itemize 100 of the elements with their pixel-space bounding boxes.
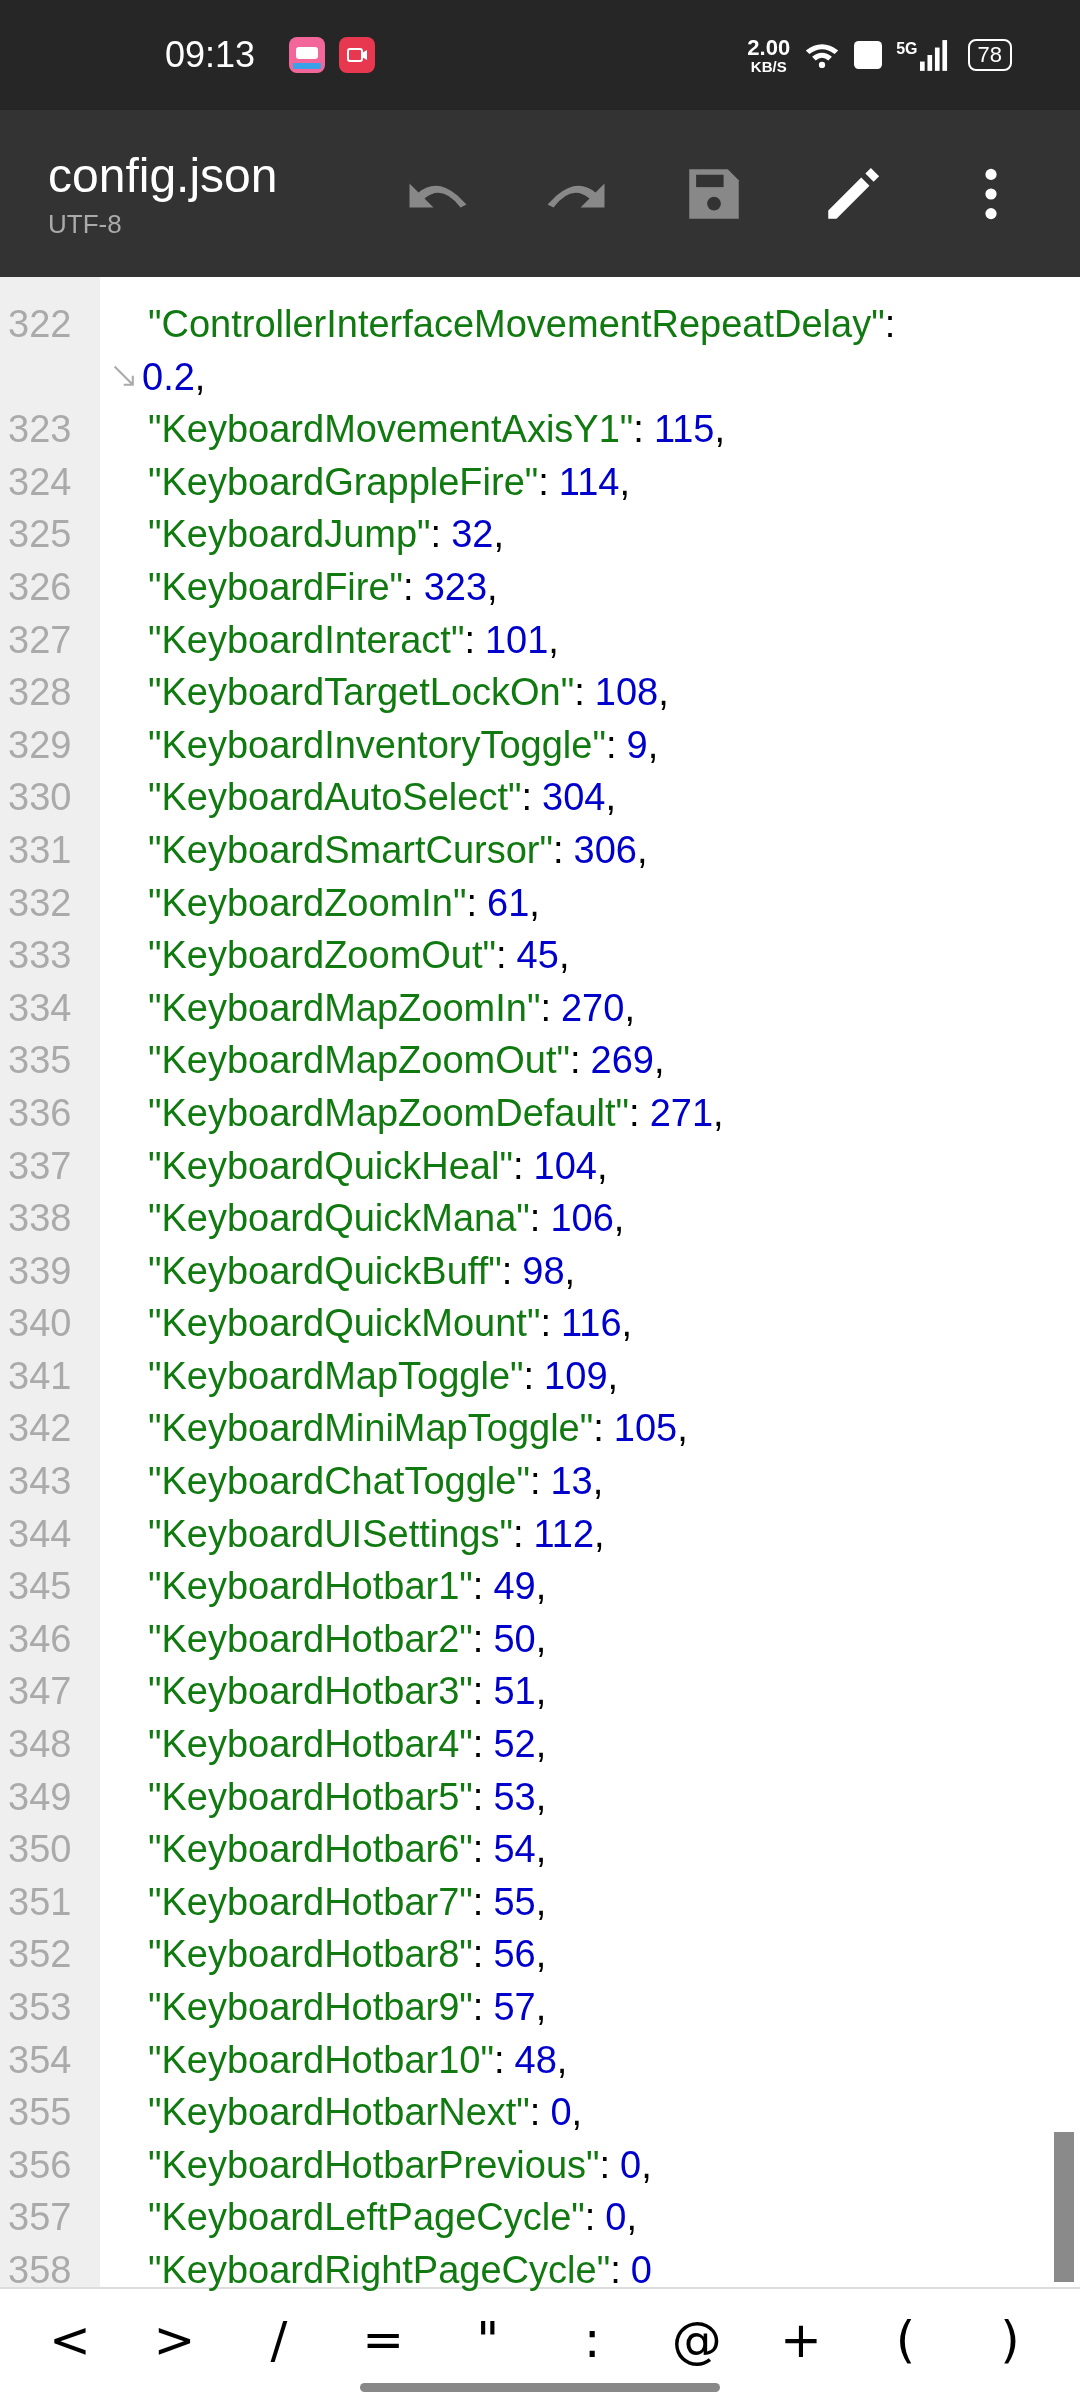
line-number: 325: [7, 512, 73, 558]
json-key: "KeyboardHotbar6": [148, 1823, 473, 1876]
colon: :: [472, 1669, 485, 1715]
comma: ,: [594, 1511, 605, 1557]
json-key: "KeyboardHotbar7": [148, 1875, 473, 1929]
comma: ,: [535, 1722, 547, 1768]
json-value: 52: [493, 1722, 536, 1768]
colon: :: [472, 1774, 485, 1820]
json-value: 115: [653, 407, 715, 453]
colon: :: [472, 1564, 485, 1610]
json-value: 55: [493, 1879, 536, 1925]
comma: ,: [624, 985, 635, 1031]
line-number: 331: [7, 827, 73, 873]
json-value: 109: [544, 1353, 608, 1399]
network-speed: 2.00 KB/S: [747, 36, 791, 74]
json-value: 0.2: [142, 354, 195, 400]
json-value: 116: [560, 1301, 622, 1347]
colon: :: [540, 1301, 552, 1347]
symbol-key[interactable]: +: [751, 2307, 852, 2373]
json-value: 106: [550, 1196, 614, 1242]
json-key: "KeyboardFire": [148, 560, 404, 614]
wifi-icon: [804, 41, 841, 69]
line-number: 330: [7, 775, 73, 821]
json-key: "KeyboardChatToggle": [148, 1455, 530, 1508]
json-value: 51: [493, 1669, 536, 1715]
symbol-key[interactable]: =: [333, 2307, 434, 2373]
json-key: "ControllerInterfaceMovementRepeatDelay": [148, 298, 885, 351]
json-value: 101: [484, 617, 549, 663]
symbol-key[interactable]: ): [959, 2307, 1060, 2373]
symbol-key[interactable]: <: [20, 2307, 120, 2373]
comma: ,: [556, 2037, 568, 2083]
json-key: "KeyboardSmartCursor": [148, 823, 553, 877]
json-value: 9: [626, 722, 648, 768]
json-value: 304: [542, 775, 606, 821]
colon: :: [496, 933, 508, 979]
comma: ,: [535, 1774, 547, 1820]
json-value: 45: [516, 933, 559, 979]
json-key: "KeyboardHotbar8": [148, 1928, 473, 1981]
comma: ,: [647, 722, 659, 768]
json-value: 0: [630, 2247, 652, 2293]
comma: ,: [564, 1248, 576, 1294]
json-key: "KeyboardMapToggle": [148, 1349, 524, 1403]
json-key: "KeyboardHotbar1": [148, 1560, 473, 1613]
app-icon: [289, 37, 326, 73]
line-number: 323: [7, 407, 73, 453]
json-key: "KeyboardJump": [148, 508, 431, 561]
comma: ,: [714, 407, 726, 453]
line-number: 356: [7, 2142, 73, 2188]
symbol-key[interactable]: @: [646, 2307, 747, 2373]
symbol-key[interactable]: /: [228, 2307, 329, 2373]
scrollbar-thumb[interactable]: [1054, 2132, 1074, 2282]
symbol-key[interactable]: :: [542, 2307, 643, 2373]
line-number: 344: [7, 1511, 73, 1557]
symbol-key[interactable]: ": [437, 2307, 538, 2373]
line-number: 332: [7, 880, 73, 926]
comma: ,: [626, 2195, 638, 2241]
symbol-key[interactable]: (: [855, 2307, 956, 2373]
json-value: 112: [533, 1511, 595, 1557]
json-value: 61: [487, 880, 530, 926]
json-value: 271: [649, 1090, 714, 1136]
colon: :: [540, 985, 552, 1031]
colon: :: [633, 407, 645, 453]
json-key: "KeyboardZoomOut": [148, 929, 497, 982]
comma: ,: [613, 1196, 625, 1242]
colon: :: [403, 564, 415, 610]
comma: ,: [535, 1564, 547, 1610]
line-number: 334: [7, 985, 73, 1031]
json-value: 32: [451, 512, 494, 558]
json-value: 104: [533, 1143, 597, 1189]
line-number: 333: [7, 933, 73, 979]
line-number: 329: [7, 722, 73, 768]
symbol-key[interactable]: >: [124, 2307, 225, 2373]
json-value: 306: [573, 827, 637, 873]
line-number: 347: [7, 1669, 73, 1715]
colon: :: [584, 2195, 597, 2241]
json-key: "KeyboardMapZoomDefault": [148, 1086, 630, 1140]
comma: ,: [535, 1879, 547, 1925]
json-key: "KeyboardMiniMapToggle": [148, 1402, 594, 1456]
comma: ,: [487, 564, 498, 610]
line-number: 348: [7, 1722, 73, 1768]
line-number: 341: [7, 1353, 73, 1399]
colon: :: [569, 1038, 582, 1084]
line-number: 355: [7, 2090, 73, 2136]
colon: :: [512, 1511, 525, 1557]
colon: :: [472, 1722, 485, 1768]
line-number: 324: [7, 459, 73, 505]
colon: :: [529, 2090, 542, 2136]
colon: :: [605, 722, 618, 768]
line-number: 351: [7, 1879, 73, 1925]
comma: ,: [493, 512, 504, 558]
line-number: 327: [7, 617, 73, 663]
json-key: "KeyboardHotbar10": [148, 2033, 494, 2087]
json-key: "KeyboardQuickMount": [148, 1297, 541, 1350]
line-number: 343: [7, 1459, 73, 1505]
json-key: "KeyboardQuickHeal": [148, 1139, 513, 1193]
json-key: "KeyboardAutoSelect": [148, 771, 522, 824]
json-key: "KeyboardLeftPageCycle": [148, 2191, 585, 2244]
line-number: 322: [7, 302, 73, 347]
colon: :: [472, 1827, 485, 1873]
line-number: 340: [7, 1301, 73, 1347]
